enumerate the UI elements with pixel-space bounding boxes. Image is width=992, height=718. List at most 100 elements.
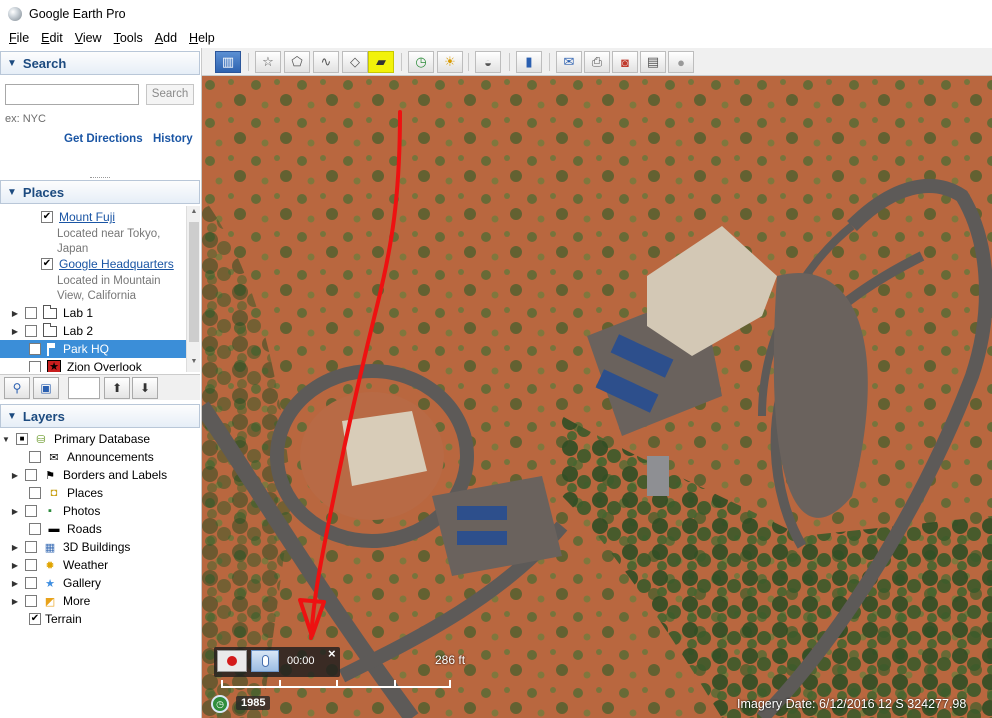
layer-item-3d-buildings[interactable]: ▶ ▦ 3D Buildings — [11, 538, 130, 556]
checkbox[interactable] — [25, 505, 37, 517]
expand-arrow-icon[interactable]: ▶ — [11, 471, 19, 480]
places-filter-field[interactable] — [68, 377, 100, 399]
historical-year-label[interactable]: 1985 — [236, 696, 271, 710]
close-icon[interactable]: × — [328, 646, 336, 661]
layer-item-places[interactable]: ◘ Places — [29, 484, 103, 502]
add-placemark-button[interactable]: ☆ — [255, 51, 281, 73]
place-item-lab-2[interactable]: ▶ Lab 2 — [11, 322, 93, 340]
layer-item-more[interactable]: ▶ ◩ More — [11, 592, 90, 610]
checkbox[interactable] — [25, 559, 37, 571]
place-item-lab-1[interactable]: ▶ Lab 1 — [11, 304, 93, 322]
scroll-up-icon[interactable]: ▲ — [189, 208, 199, 220]
scroll-down-icon[interactable]: ▼ — [189, 358, 199, 370]
search-panel-header[interactable]: ▼ Search — [0, 51, 200, 75]
move-down-button[interactable]: ⬇ — [132, 377, 158, 399]
expand-arrow-icon[interactable]: ▼ — [2, 435, 10, 444]
menu-edit[interactable]: Edit — [35, 31, 69, 45]
microphone-button[interactable] — [251, 650, 279, 672]
place-item-google-headquarters[interactable]: ✔ Google Headquarters — [41, 255, 174, 273]
history-link[interactable]: History — [153, 133, 193, 145]
menu-view[interactable]: View — [69, 31, 108, 45]
menu-tools[interactable]: Tools — [108, 31, 149, 45]
expand-arrow-icon[interactable]: ▶ — [11, 597, 19, 606]
email-button[interactable]: ✉ — [556, 51, 582, 73]
solar-panels — [457, 506, 507, 520]
layer-item-primary-database[interactable]: ▼ ■ ⛁ Primary Database — [2, 430, 150, 448]
sidebar-toggle-button[interactable]: ▥ — [215, 51, 241, 73]
collapse-triangle-icon[interactable]: ▼ — [7, 58, 17, 69]
checkbox[interactable] — [29, 361, 41, 372]
layers-panel: ▼ Layers ▼ ■ ⛁ Primary Database ✉ Announ… — [0, 404, 200, 718]
scroll-thumb[interactable] — [189, 222, 199, 342]
view-in-maps-button[interactable]: ◙ — [612, 51, 638, 73]
place-item-mount-fuji[interactable]: ✔ Mount Fuji — [41, 208, 115, 226]
expand-arrow-icon[interactable]: ▶ — [11, 579, 19, 588]
layer-item-gallery[interactable]: ▶ ★ Gallery — [11, 574, 101, 592]
expand-arrow-icon[interactable]: ▶ — [11, 309, 19, 318]
place-item-zion-overlook[interactable]: ★ Zion Overlook — [29, 358, 142, 372]
checkbox[interactable] — [29, 343, 41, 355]
sunlight-button[interactable]: ☀ — [437, 51, 463, 73]
menu-add[interactable]: Add — [149, 31, 183, 45]
place-link[interactable]: Google Headquarters — [59, 257, 174, 271]
save-image-button[interactable]: ▤ — [640, 51, 666, 73]
layer-item-borders-and-labels[interactable]: ▶ ⚑ Borders and Labels — [11, 466, 167, 484]
solar-panels — [457, 531, 507, 545]
place-link[interactable]: Mount Fuji — [59, 210, 115, 224]
checkbox[interactable] — [25, 541, 37, 553]
layer-label: Announcements — [67, 450, 154, 464]
search-button[interactable]: Search — [146, 84, 194, 105]
add-path-button[interactable]: ∿ — [313, 51, 339, 73]
place-label: Park HQ — [63, 342, 110, 356]
collapse-triangle-icon[interactable]: ▼ — [7, 187, 17, 198]
checkbox[interactable]: ✔ — [41, 258, 53, 270]
layer-item-photos[interactable]: ▶ ▪ Photos — [11, 502, 100, 520]
expand-arrow-icon[interactable]: ▶ — [11, 561, 19, 570]
layer-item-weather[interactable]: ▶ ✹ Weather — [11, 556, 108, 574]
checkbox[interactable] — [25, 595, 37, 607]
placemark-icon: ☆ — [262, 54, 274, 69]
layer-item-announcements[interactable]: ✉ Announcements — [29, 448, 154, 466]
print-button[interactable]: ⎙ — [584, 51, 610, 73]
earth-gallery-button[interactable]: ● — [668, 51, 694, 73]
collapse-triangle-icon[interactable]: ▼ — [7, 411, 17, 422]
move-up-button[interactable]: ⬆ — [104, 377, 130, 399]
ruler-button[interactable]: ▮ — [516, 51, 542, 73]
layers-panel-header[interactable]: ▼ Layers — [0, 404, 200, 428]
expand-arrow-icon[interactable]: ▶ — [11, 543, 19, 552]
checkbox[interactable]: ✔ — [41, 211, 53, 223]
expand-arrow-icon[interactable]: ▶ — [11, 327, 19, 336]
map-view[interactable] — [202, 76, 992, 718]
places-panel-header[interactable]: ▼ Places — [0, 180, 200, 204]
checkbox[interactable] — [25, 577, 37, 589]
checkbox[interactable]: ✔ — [29, 613, 41, 625]
checkbox[interactable] — [25, 469, 37, 481]
historical-imagery-button[interactable]: ◷ — [408, 51, 434, 73]
record-button[interactable] — [217, 650, 247, 672]
expand-arrow-icon[interactable]: ▶ — [11, 507, 19, 516]
show-panel-button[interactable]: ▣ — [33, 377, 59, 399]
switch-planet-button[interactable]: ◒ — [475, 51, 501, 73]
building — [647, 456, 669, 496]
checkbox[interactable] — [25, 307, 37, 319]
record-tour-button[interactable]: ▰ — [368, 51, 394, 73]
checkbox[interactable]: ■ — [16, 433, 28, 445]
place-item-park-hq[interactable]: Park HQ — [0, 340, 186, 358]
checkbox[interactable] — [25, 325, 37, 337]
layer-item-roads[interactable]: ▬ Roads — [29, 520, 102, 538]
add-polygon-button[interactable]: ⬠ — [284, 51, 310, 73]
sunrise-icon: ☀ — [444, 54, 456, 69]
menu-bar: File Edit View Tools Add Help — [0, 28, 992, 48]
places-scrollbar[interactable]: ▲ ▼ — [186, 206, 200, 372]
layer-item-terrain[interactable]: ✔ Terrain — [29, 610, 82, 628]
checkbox[interactable] — [29, 451, 41, 463]
get-directions-link[interactable]: Get Directions — [64, 133, 143, 145]
menu-help[interactable]: Help — [183, 31, 221, 45]
checkbox[interactable] — [29, 487, 41, 499]
historical-imagery-icon[interactable]: ◷ — [211, 695, 229, 713]
search-places-button[interactable]: ⚲ — [4, 377, 30, 399]
checkbox[interactable] — [29, 523, 41, 535]
menu-file[interactable]: File — [3, 31, 35, 45]
add-image-overlay-button[interactable]: ◇ — [342, 51, 368, 73]
search-input[interactable] — [5, 84, 139, 105]
